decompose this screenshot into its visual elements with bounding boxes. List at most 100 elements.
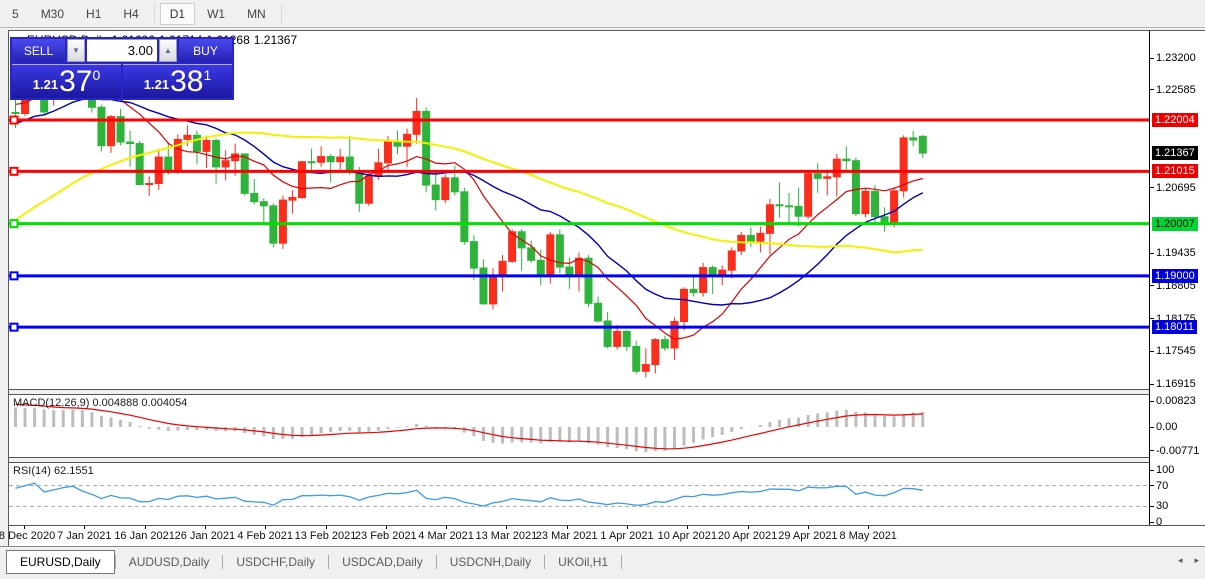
date-label: 28 Dec 2020: [0, 530, 55, 542]
candle: [614, 325, 621, 349]
candle: [432, 172, 439, 211]
sell-price-big: 37: [59, 69, 92, 95]
sell-price-panel[interactable]: 1.21 37 0: [12, 64, 121, 98]
symbol-tab-UKOil-H1[interactable]: UKOil,H1: [545, 551, 621, 573]
price-level-label: 1.20007: [1152, 217, 1198, 231]
ohlc-close: 1.21367: [254, 33, 297, 47]
timeframe-button-D1[interactable]: D1: [160, 3, 195, 25]
candle: [862, 189, 869, 218]
chevron-up-icon: ▲: [164, 46, 172, 55]
candle: [776, 182, 783, 217]
date-label: 23 Mar 2021: [536, 530, 598, 542]
candle: [117, 109, 124, 145]
price-axis[interactable]: 1.232001.225851.206951.194351.188051.181…: [1149, 31, 1205, 525]
date-axis[interactable]: 28 Dec 20207 Jan 202116 Jan 202126 Jan 2…: [9, 526, 1205, 547]
symbol-tab-AUDUSD-Daily[interactable]: AUDUSD,Daily: [116, 551, 223, 573]
date-label: 13 Feb 2021: [295, 530, 357, 542]
tab-scroll-right-icon[interactable]: ▸: [1194, 555, 1199, 566]
date-tick: [24, 526, 25, 529]
candle: [299, 161, 306, 199]
rsi-axis-tick: 100: [1150, 463, 1174, 477]
candle: [442, 175, 449, 204]
candle: [824, 170, 831, 196]
hline-anchor[interactable]: [11, 117, 18, 124]
date-tick: [386, 526, 387, 529]
candle: [136, 141, 143, 185]
candle: [805, 172, 812, 219]
candle: [213, 138, 220, 183]
date-label: 29 Apr 2021: [778, 530, 837, 542]
timeframe-button-5[interactable]: 5: [2, 3, 29, 25]
timeframe-button-H4[interactable]: H4: [113, 3, 148, 25]
rsi-axis-tick: 30: [1150, 499, 1168, 513]
volume-decrease-button[interactable]: ▼: [67, 39, 85, 62]
date-tick: [567, 526, 568, 529]
candle: [260, 198, 267, 222]
candle: [337, 149, 344, 170]
timeframe-button-MN[interactable]: MN: [237, 3, 276, 25]
candle: [633, 341, 640, 375]
rsi-axis-tick: 70: [1150, 479, 1168, 493]
symbol-tab-USDCAD-Daily[interactable]: USDCAD,Daily: [329, 551, 436, 573]
candle: [852, 158, 859, 217]
symbol-tab-EURUSD-Daily[interactable]: EURUSD,Daily: [6, 550, 115, 574]
price-level-label: 1.19000: [1152, 269, 1198, 283]
candle: [155, 149, 162, 190]
candle: [289, 190, 296, 213]
price-tick: 1.23200: [1150, 51, 1196, 65]
timeframe-button-M30[interactable]: M30: [31, 3, 74, 25]
hline-anchor[interactable]: [11, 324, 18, 331]
price-tick: 1.22585: [1150, 83, 1196, 97]
volume-increase-button[interactable]: ▲: [159, 39, 177, 62]
candle: [98, 105, 105, 152]
timeframe-button-H1[interactable]: H1: [76, 3, 111, 25]
candle: [652, 338, 659, 373]
symbol-tab-USDCNH-Daily[interactable]: USDCNH,Daily: [437, 551, 544, 573]
macd-pane[interactable]: MACD(12,26,9) 0.004888 0.004054: [9, 395, 1149, 457]
macd-signal-line: [16, 404, 923, 449]
date-tick: [205, 526, 206, 529]
candle: [728, 247, 735, 278]
date-label: 23 Feb 2021: [355, 530, 417, 542]
macd-axis-tick: 0.00823: [1150, 394, 1196, 408]
buy-button[interactable]: BUY: [179, 39, 232, 62]
rsi-line: [16, 483, 923, 506]
symbol-tab-bar: EURUSD,DailyAUDUSD,DailyUSDCHF,DailyUSDC…: [0, 546, 1205, 576]
chevron-down-icon: ▼: [72, 46, 80, 55]
volume-input[interactable]: [87, 39, 157, 62]
candle: [766, 199, 773, 254]
macd-axis-tick: -0.00771: [1150, 444, 1199, 458]
hline-anchor[interactable]: [11, 168, 18, 175]
date-label: 10 Apr 2021: [658, 530, 717, 542]
candle: [690, 277, 697, 297]
moving-average-50: [16, 133, 923, 253]
buy-price-panel[interactable]: 1.21 38 1: [123, 64, 232, 98]
macd-label: MACD(12,26,9) 0.004888 0.004054: [13, 397, 187, 409]
candle: [556, 230, 563, 274]
date-label: 20 Apr 2021: [718, 530, 777, 542]
tab-scroll-left-icon[interactable]: ◂: [1178, 555, 1183, 566]
timeframe-button-W1[interactable]: W1: [197, 3, 235, 25]
sell-price-sup: 0: [92, 67, 100, 83]
hline-anchor[interactable]: [11, 220, 18, 227]
candle: [623, 330, 630, 351]
candle: [251, 179, 258, 204]
sell-button[interactable]: SELL: [12, 39, 65, 62]
date-label: 26 Jan 2021: [175, 530, 236, 542]
one-click-trading-widget: SELL ▼ ▲ BUY 1.21 37 0 1.21 38 1: [10, 37, 234, 100]
candle: [490, 268, 497, 309]
candle: [203, 136, 210, 168]
candle: [738, 232, 745, 255]
date-tick: [506, 526, 507, 529]
sell-price-prefix: 1.21: [33, 77, 58, 92]
candle: [891, 187, 898, 227]
price-level-label: 1.18011: [1152, 320, 1197, 334]
hline-anchor[interactable]: [11, 272, 18, 279]
candle: [222, 150, 229, 180]
candle: [518, 229, 525, 270]
candle: [910, 131, 917, 147]
price-level-label: 1.22004: [1152, 113, 1198, 127]
symbol-tab-USDCHF-Daily[interactable]: USDCHF,Daily: [223, 551, 328, 573]
candle: [795, 188, 802, 227]
rsi-pane[interactable]: RSI(14) 62.1551: [9, 463, 1149, 525]
